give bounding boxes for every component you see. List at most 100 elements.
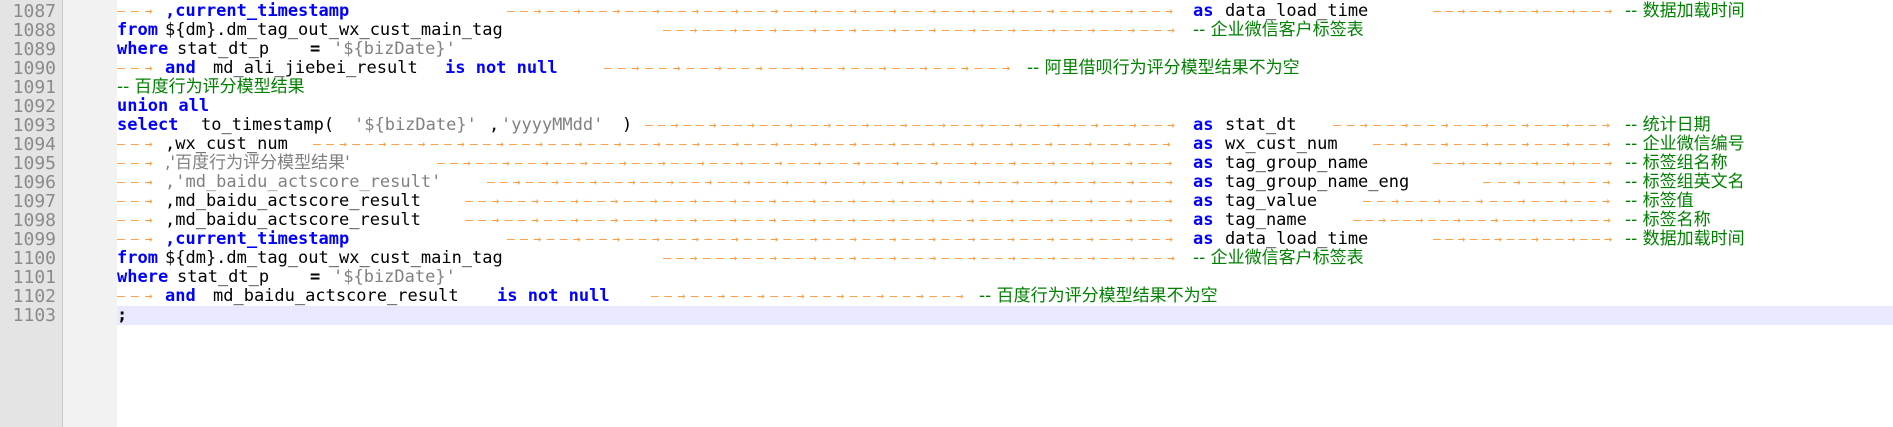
identifier: tag_group_name <box>1225 153 1369 173</box>
line-number: 1099 <box>12 229 56 250</box>
string-literal: 'yyyyMMdd' <box>501 115 604 135</box>
identifier: to_timestamp( <box>201 115 335 135</box>
whitespace-tab-marker: ——→——→——→——→——→——→——→——→——→——→——→——→——→—… <box>645 118 1180 133</box>
code-line[interactable]: ——→ ,'百度行为评分模型结果' ——→——→——→——→——→——→——→——→… <box>117 154 1893 173</box>
identifier: tag_group_name_eng <box>1225 172 1410 192</box>
string-literal: '${bizDate}' <box>333 267 456 287</box>
code-editor[interactable]: 1087 1088 1089 1090 1091 1092 1093 1094 1095 1096… <box>0 0 1893 427</box>
whitespace-tab-marker: ——→——→——→——→——→——→ <box>1363 194 1616 209</box>
comment: -- 标签组名称 <box>1625 153 1728 173</box>
fold-margin[interactable] <box>63 0 117 427</box>
sql-keyword: is not null <box>497 286 610 306</box>
code-line[interactable]: ——→ ,'md_baidu_actscore_result' ——→——→——→—… <box>117 173 1893 192</box>
sql-keyword: as <box>1193 115 1214 135</box>
comment: -- 统计日期 <box>1625 115 1711 135</box>
identifier: ,wx_cust_num <box>165 134 288 154</box>
whitespace-tab-marker: ——→——→——→——→——→——→——→ <box>1333 118 1616 133</box>
code-line[interactable]: ——→ ,md_baidu_actscore_result ——→——→——→——→… <box>117 211 1893 230</box>
whitespace-tab-marker: ——→——→——→——→——→——→——→ <box>1353 213 1616 228</box>
line-number-gutter: 1087 1088 1089 1090 1091 1092 1093 1094 1095 1096… <box>0 0 63 427</box>
code-line[interactable]: from ${dm}.dm_tag_out_wx_cust_main_tag ——→… <box>117 249 1893 268</box>
string-literal: ,'百度行为评分模型结果' <box>165 153 350 173</box>
line-number: 1102 <box>12 286 56 307</box>
code-line[interactable]: -- 百度行为评分模型结果 <box>117 78 1893 97</box>
string-literal: ,'md_baidu_actscore_result' <box>165 172 442 192</box>
sql-keyword: as <box>1193 153 1214 173</box>
string-literal: '${bizDate}' <box>333 39 456 59</box>
sql-keyword: where <box>117 267 169 287</box>
code-line[interactable]: from ${dm}.dm_tag_out_wx_cust_main_tag ——→… <box>117 21 1893 40</box>
sql-keyword: as <box>1193 1 1214 21</box>
identifier: ,md_baidu_actscore_result <box>165 210 421 230</box>
sql-keyword: as <box>1193 229 1214 249</box>
whitespace-tab-marker: ——→ <box>117 137 159 152</box>
line-number: 1097 <box>12 191 56 212</box>
sql-keyword: from <box>117 248 158 268</box>
whitespace-tab-marker: ——→——→——→——→——→——→——→——→——→——→——→——→——→—… <box>465 194 1178 209</box>
identifier: md_ali_jiebei_result <box>213 58 418 78</box>
sql-keyword: and <box>165 286 196 306</box>
line-number: 1088 <box>12 20 56 41</box>
code-line[interactable]: where stat_dt_p = '${bizDate}' <box>117 268 1893 287</box>
line-number: 1095 <box>12 153 56 174</box>
whitespace-tab-marker: ——→——→——→——→——→——→——→——→——→——→——→——→——→—… <box>507 4 1179 19</box>
comment: -- 百度行为评分模型结果 <box>117 77 305 97</box>
code-line[interactable]: ——→ and md_baidu_actscore_result is not nul… <box>117 287 1893 306</box>
comment: -- 企业微信客户标签表 <box>1193 20 1364 40</box>
code-line[interactable]: ; <box>117 306 1893 325</box>
line-number: 1098 <box>12 210 56 231</box>
whitespace-tab-marker: ——→ <box>117 156 159 171</box>
whitespace-tab-marker: ——→——→——→——→——→ <box>1433 232 1617 247</box>
editor-text-area[interactable]: ——→ ,current_timestamp ——→——→——→——→——→——→—… <box>117 0 1893 427</box>
code-line[interactable]: ——→ ,md_baidu_actscore_result ——→——→——→——→… <box>117 192 1893 211</box>
identifier: tag_name <box>1225 210 1307 230</box>
code-line[interactable]: ——→ and md_ali_jiebei_result is not null ——→… <box>117 59 1893 78</box>
code-line[interactable]: union all <box>117 97 1893 116</box>
line-number: 1101 <box>12 267 56 288</box>
whitespace-tab-marker: ——→ <box>117 175 159 190</box>
code-line[interactable]: ——→ ,wx_cust_num ——→——→——→——→——→——→——→——→—… <box>117 135 1893 154</box>
whitespace-tab-marker: ——→——→——→——→——→——→——→——→——→——→——→——→——→—… <box>465 213 1178 228</box>
line-number: 1103 <box>12 305 56 326</box>
code-line[interactable]: select to_timestamp('${bizDate}','yyyyMMd… <box>117 116 1893 135</box>
sql-keyword: and <box>165 58 196 78</box>
code-line[interactable]: ——→ ,current_timestamp ——→——→——→——→——→——→—… <box>117 230 1893 249</box>
string-literal: '${bizDate}' <box>354 115 477 135</box>
line-number: 1094 <box>12 134 56 155</box>
identifier: , <box>489 115 500 135</box>
operator: ; <box>117 305 128 325</box>
operator: = <box>310 267 321 287</box>
whitespace-tab-marker: ——→ <box>117 194 159 209</box>
comment: -- 企业微信编号 <box>1625 134 1745 154</box>
identifier: stat_dt <box>1225 115 1297 135</box>
whitespace-tab-marker: ——→ <box>117 289 159 304</box>
identifier: wx_cust_num <box>1225 134 1338 154</box>
code-line[interactable]: ——→ ,current_timestamp ——→——→——→——→——→——→—… <box>117 2 1893 21</box>
sql-keyword: is not null <box>445 58 558 78</box>
line-number: 1087 <box>12 1 56 22</box>
comment: -- 企业微信客户标签表 <box>1193 248 1364 268</box>
code-line[interactable]: where stat_dt_p = '${bizDate}' <box>117 40 1893 59</box>
comment: -- 标签值 <box>1625 191 1694 211</box>
line-number: 1092 <box>12 96 56 117</box>
identifier: ${dm}.dm_tag_out_wx_cust_main_tag <box>165 20 503 40</box>
line-number: 1091 <box>12 77 56 98</box>
whitespace-tab-marker: ——→——→——→——→——→——→ <box>1373 137 1616 152</box>
whitespace-tab-marker: ——→——→——→——→——→ <box>1433 156 1617 171</box>
whitespace-tab-marker: ——→——→——→——→——→——→——→——→——→——→——→——→——→—… <box>437 156 1178 171</box>
sql-keyword: from <box>117 20 158 40</box>
whitespace-tab-marker: ——→——→——→——→——→——→——→——→——→——→——→——→——→—… <box>313 137 1176 152</box>
line-number: 1096 <box>12 172 56 193</box>
whitespace-tab-marker: ——→——→——→——→——→——→——→——→——→——→——→——→——→ <box>663 251 1181 266</box>
line-number: 1093 <box>12 115 56 136</box>
whitespace-tab-marker: ——→——→——→——→——→——→——→——→——→——→——→——→——→—… <box>507 232 1179 247</box>
identifier: stat_dt_p <box>177 267 270 287</box>
sql-keyword: as <box>1193 210 1214 230</box>
whitespace-tab-marker: ——→ <box>117 61 159 76</box>
whitespace-tab-marker: ——→ <box>117 4 159 19</box>
whitespace-tab-marker: ——→ <box>117 232 159 247</box>
sql-keyword: as <box>1193 172 1214 192</box>
line-number: 1100 <box>12 248 56 269</box>
sql-keyword: ,current_timestamp <box>165 1 350 21</box>
whitespace-tab-marker: ——→——→——→——→——→——→——→——→ <box>651 289 969 304</box>
